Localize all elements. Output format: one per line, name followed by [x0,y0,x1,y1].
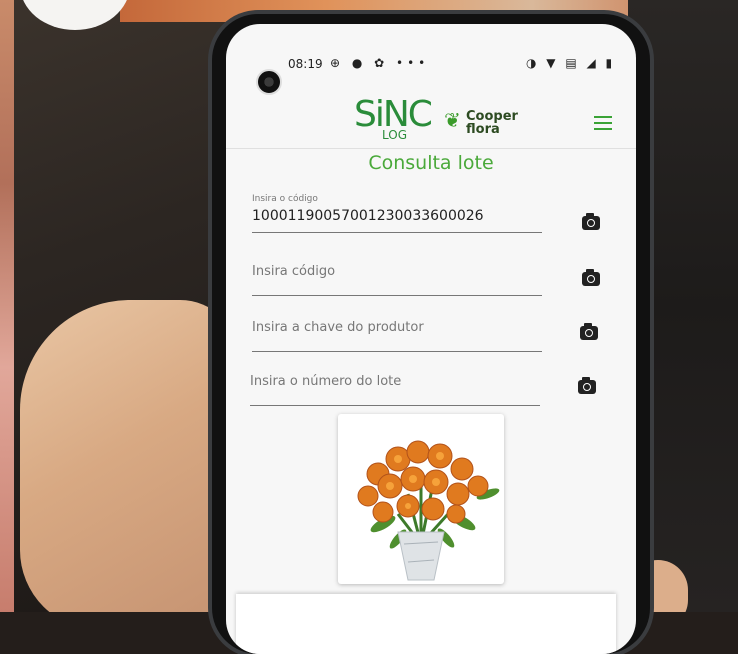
header-divider [226,148,636,149]
phone-screen: 08:19 ⊕ ● ✿ ••• ◑ ▼ ▤ ◢ ▮ SiNC LOG ❦ Coo… [226,24,636,654]
lot-number-placeholder[interactable]: Insira o número do lote [250,374,540,389]
front-camera [256,69,282,95]
cooperflora-leaf-icon: ❦ [444,108,461,132]
scan-lot-camera-icon[interactable] [578,377,596,394]
secondary-code-placeholder[interactable]: Insira código [252,264,542,279]
code-field[interactable]: Insira o código 100011900570012300336000… [252,194,542,233]
flower-bouquet-image [357,440,500,581]
scan-secondary-camera-icon[interactable] [582,269,600,286]
status-time: 08:19 [288,57,323,71]
notification-icons: ⊕ ● ✿ ••• [330,56,430,70]
background-edge-strip [0,0,14,612]
lot-number-field[interactable]: Insira o número do lote [250,374,540,406]
producer-key-field[interactable]: Insira a chave do produtor [252,320,542,352]
code-field-label: Insira o código [252,194,318,204]
smartphone: 08:19 ⊕ ● ✿ ••• ◑ ▼ ▤ ◢ ▮ SiNC LOG ❦ Coo… [212,14,650,654]
status-bar: 08:19 ⊕ ● ✿ ••• ◑ ▼ ▤ ◢ ▮ [226,24,636,71]
producer-key-placeholder[interactable]: Insira a chave do produtor [252,320,542,335]
hamburger-menu-icon[interactable] [594,116,612,134]
scan-code-camera-icon[interactable] [582,213,600,230]
scan-producer-camera-icon[interactable] [580,323,598,340]
producer-key-underline [252,351,542,352]
result-card [236,594,616,654]
page-title: Consulta lote [368,152,494,174]
secondary-code-field[interactable]: Insira código [252,264,542,296]
cooperflora-logo-line2: flora [466,122,500,137]
secondary-code-underline [252,295,542,296]
code-field-value[interactable]: 10001190057001230033600026 [252,208,542,224]
product-image-card [338,414,504,584]
cooperflora-logo: Cooper flora [466,110,518,136]
code-field-underline [252,232,542,233]
lot-number-underline [250,405,540,406]
sinc-logo-sub: LOG [382,128,408,142]
holding-hand [20,300,240,612]
system-status-icons: ◑ ▼ ▤ ◢ ▮ [526,56,616,70]
